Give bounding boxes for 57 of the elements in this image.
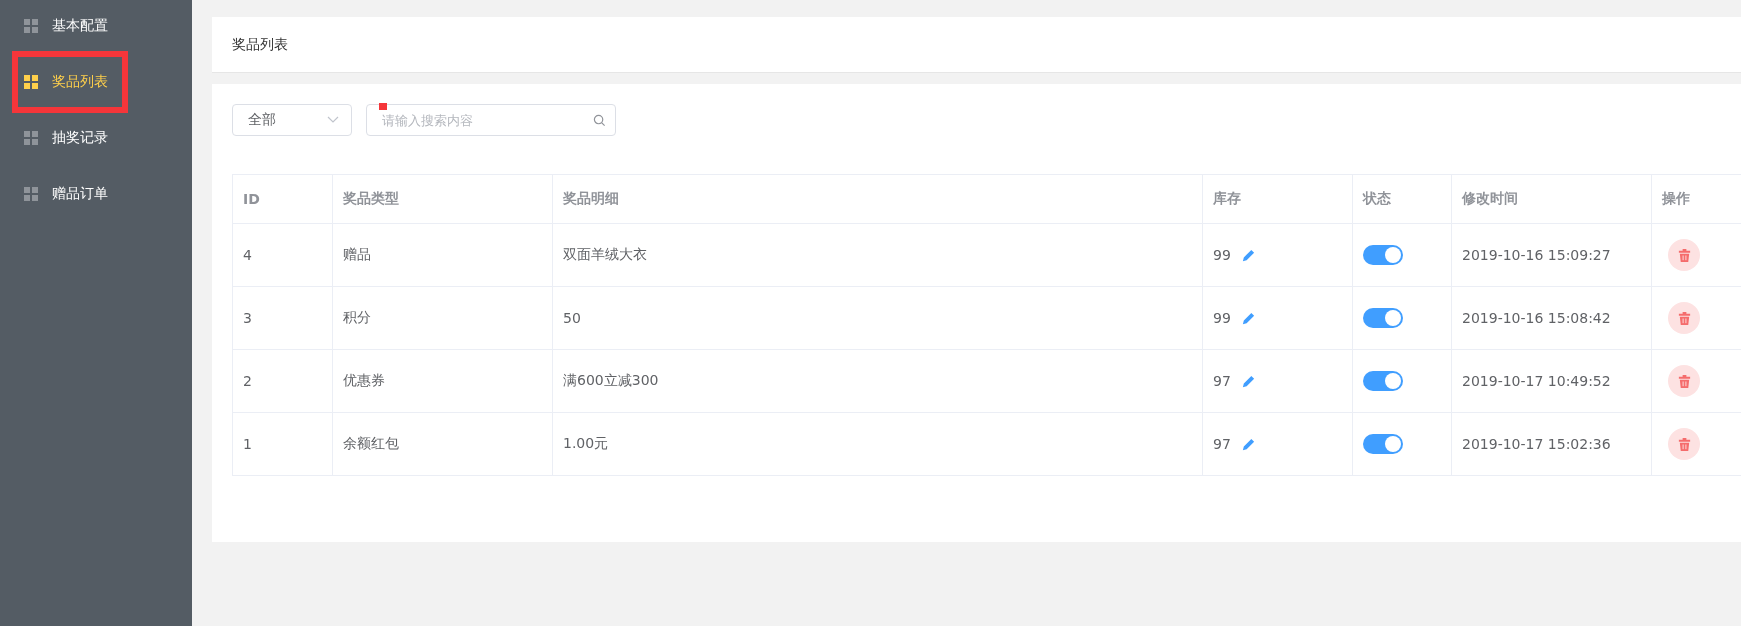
status-toggle[interactable] [1363,245,1403,265]
grid-icon [24,75,38,89]
trash-icon [1676,436,1692,452]
table-cell: 50 [552,286,1203,350]
stock-value: 97 [1213,436,1231,452]
sidebar-item[interactable]: 抽奖记录 [12,118,128,158]
pencil-icon[interactable] [1240,436,1256,452]
delete-button[interactable] [1668,302,1700,334]
table-cell: 1.00元 [552,412,1203,476]
category-select[interactable]: 全部 [232,104,352,136]
search-icon [593,114,606,127]
delete-button[interactable] [1668,239,1700,271]
sidebar-item[interactable]: 基本配置 [12,6,128,46]
column-header: 状态 [1352,174,1452,224]
search-field[interactable]: 请输入搜索内容 [366,104,616,136]
stock-value: 97 [1213,373,1231,389]
status-toggle[interactable] [1363,434,1403,454]
column-header: 修改时间 [1451,174,1652,224]
marker [379,103,387,110]
stock-value: 99 [1213,310,1231,326]
table-cell: 双面羊绒大衣 [552,223,1203,287]
column-header: 库存 [1202,174,1353,224]
table-cell: 积分 [332,286,553,350]
grid-icon [24,187,38,201]
column-header: 奖品明细 [552,174,1203,224]
table-cell: 1 [232,412,333,476]
table-cell: 3 [232,286,333,350]
table-cell: 2 [232,349,333,413]
table-cell: 满600立减300 [552,349,1203,413]
pencil-icon[interactable] [1240,373,1256,389]
chevron-down-icon [327,116,339,124]
pencil-icon[interactable] [1240,247,1256,263]
sidebar-item[interactable]: 赠品订单 [12,174,128,214]
pencil-icon[interactable] [1240,310,1256,326]
table-cell: 4 [232,223,333,287]
table-cell: 余额红包 [332,412,553,476]
grid-icon [24,19,38,33]
sidebar-item[interactable]: 奖品列表 [12,51,128,113]
grid-icon [24,131,38,145]
table-cell: 2019-10-16 15:08:42 [1451,286,1652,350]
delete-button[interactable] [1668,428,1700,460]
table-cell: 2019-10-17 10:49:52 [1451,349,1652,413]
table-cell: 2019-10-16 15:09:27 [1451,223,1652,287]
delete-button[interactable] [1668,365,1700,397]
trash-icon [1676,247,1692,263]
table-cell: 优惠券 [332,349,553,413]
column-header: 奖品类型 [332,174,553,224]
trash-icon [1676,373,1692,389]
table-cell: 赠品 [332,223,553,287]
table-cell: 2019-10-17 15:02:36 [1451,412,1652,476]
status-toggle[interactable] [1363,308,1403,328]
column-header: ID [232,174,333,224]
column-header: 操作 [1651,174,1741,224]
trash-icon [1676,310,1692,326]
stock-value: 99 [1213,247,1231,263]
status-toggle[interactable] [1363,371,1403,391]
page-title: 奖品列表 [232,35,288,54]
